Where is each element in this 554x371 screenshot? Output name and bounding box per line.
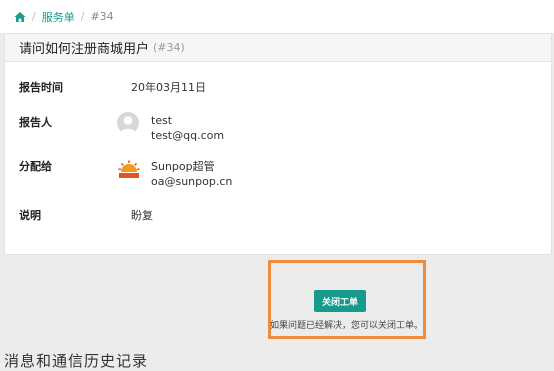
assignee-label: 分配给 [19,160,52,173]
description-label: 说明 [19,209,41,222]
reporter-info: test test@qq.com [151,113,224,143]
assignee-email: oa@sunpop.cn [151,175,233,188]
sunpop-logo-icon [118,160,140,178]
close-ticket-hint: 如果问题已经解决，您可以关闭工单。 [270,321,424,331]
ticket-header: 请问如何注册商城用户 (#34) [5,34,551,62]
breadcrumb-current: #34 [90,10,114,23]
close-ticket-button[interactable]: 关闭工单 [314,290,366,312]
assignee-info: Sunpop超管 oa@sunpop.cn [151,159,232,189]
report-time-label: 报告时间 [19,81,63,94]
reporter-email: test@qq.com [151,129,225,142]
assignee-name: Sunpop超管 [151,160,215,173]
reporter-name: test [151,114,173,127]
user-silhouette-icon [120,116,136,134]
description-value: 盼复 [131,209,153,222]
breadcrumb-separator: / [80,10,85,23]
breadcrumb-separator: / [32,10,36,23]
report-time-value: 20年03月11日 [131,81,206,94]
reporter-avatar [117,112,139,134]
home-icon[interactable] [14,11,26,23]
ticket-id: (#34) [153,41,185,54]
reporter-label: 报告人 [19,116,52,129]
breadcrumb: / 服务单 / #34 [0,0,554,34]
breadcrumb-service-orders[interactable]: 服务单 [42,9,75,25]
ticket-title: 请问如何注册商城用户 [19,42,150,57]
ticket-card: 请问如何注册商城用户 (#34) 报告时间 20年03月11日 报告人 test… [4,33,552,255]
history-heading: 消息和通信历史记录 [4,352,149,370]
